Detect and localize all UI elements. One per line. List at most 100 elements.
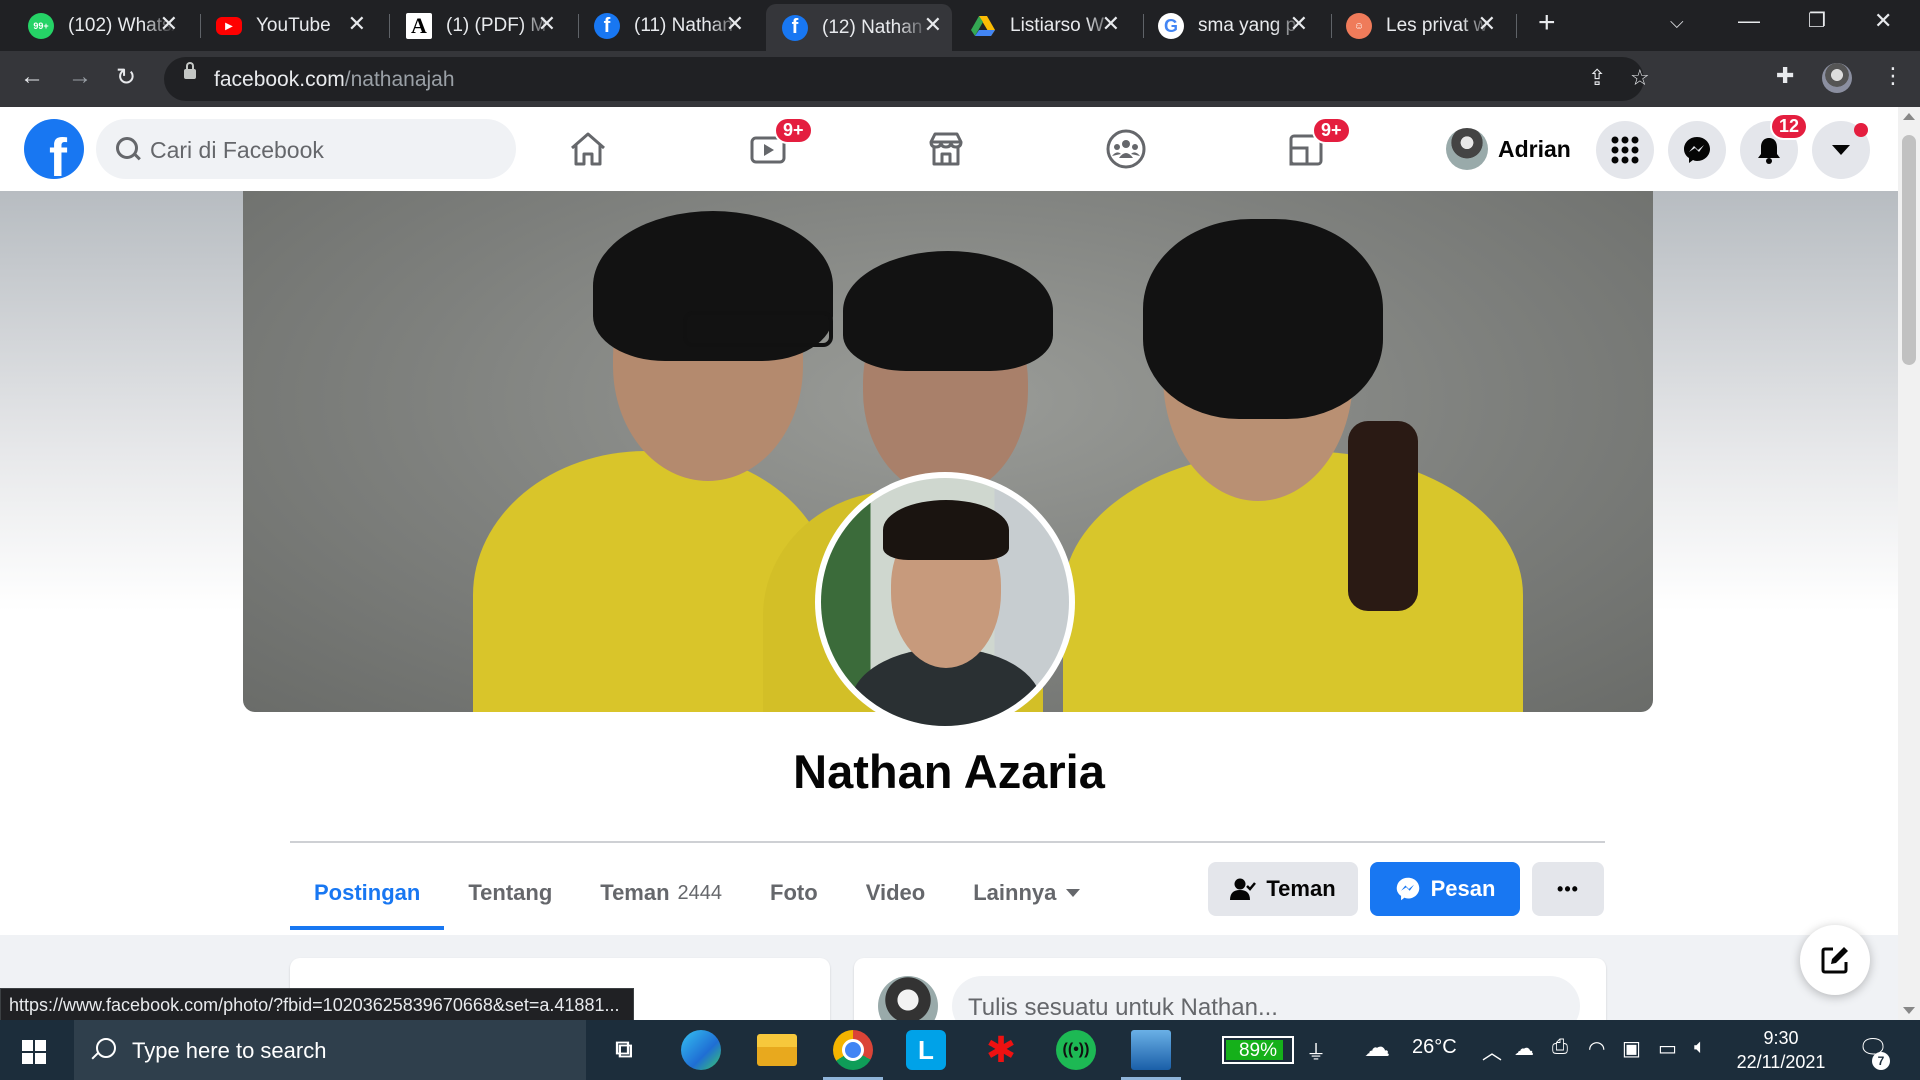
tab-tentang[interactable]: Tentang [444, 860, 576, 926]
close-tab-icon[interactable]: ✕ [538, 11, 556, 37]
wifi-icon[interactable]: ◠ [1588, 1036, 1605, 1061]
cover-figure [683, 311, 833, 347]
scroll-down-arrow-icon[interactable] [1903, 1007, 1915, 1014]
line-app-icon[interactable]: L [906, 1030, 946, 1070]
forward-arrow-icon[interactable]: → [68, 63, 92, 91]
cover-figure [843, 251, 1053, 371]
user-profile-chip[interactable]: Adrian [1446, 125, 1571, 173]
battery-indicator[interactable]: 89% [1222, 1036, 1294, 1064]
share-icon[interactable]: ⇪ [1588, 65, 1606, 91]
tab-teman[interactable]: Teman 2444 [576, 860, 746, 926]
tab-google[interactable]: G sma yang p ✕ [1158, 7, 1318, 45]
chrome-menu-kebab-icon[interactable]: ⋮ [1882, 63, 1904, 89]
caret-down-icon [1066, 889, 1081, 897]
tab-foto[interactable]: Foto [746, 860, 842, 926]
display-icon[interactable]: ▣ [1622, 1036, 1641, 1061]
tab-separator [1516, 14, 1517, 38]
extensions-puzzle-icon[interactable]: ✚ [1776, 63, 1794, 89]
more-dots-icon: ••• [1557, 878, 1579, 899]
battery-tray-icon[interactable]: ▭ [1658, 1036, 1677, 1061]
tab-label: Foto [770, 880, 818, 905]
chrome-profile-avatar[interactable] [1822, 63, 1852, 93]
new-tab-plus-icon[interactable]: + [1538, 6, 1556, 40]
spotify-icon[interactable]: ((•)) [1056, 1030, 1096, 1070]
page-scrollbar[interactable] [1898, 107, 1920, 1020]
restore-icon[interactable]: ❐ [1808, 8, 1826, 33]
profile-tabs: Postingan Tentang Teman 2444 Foto Video L… [290, 860, 1104, 936]
battery-percent: 89% [1238, 1040, 1278, 1061]
tab-whatsapp[interactable]: 99+ (102) WhatsApp ✕ [28, 7, 188, 45]
drive-icon [970, 13, 996, 39]
reload-icon[interactable]: ↻ [116, 63, 136, 92]
photos-icon[interactable] [1131, 1030, 1171, 1070]
search-icon [116, 137, 138, 159]
lock-icon [184, 62, 196, 79]
grid-menu-icon [1611, 136, 1639, 164]
tab-youtube[interactable]: ▶ YouTube ✕ [216, 7, 376, 45]
bookmark-star-icon[interactable]: ☆ [1630, 65, 1650, 91]
taskbar-search[interactable]: Type here to search [74, 1020, 586, 1080]
messenger-button[interactable] [1668, 121, 1726, 179]
menu-button[interactable] [1596, 121, 1654, 179]
address-bar[interactable]: facebook.com/nathanajah ⇪ ☆ [164, 57, 1650, 101]
new-message-button[interactable] [1800, 925, 1870, 995]
more-options-button[interactable]: ••• [1532, 862, 1604, 916]
close-window-icon[interactable]: ✕ [1874, 8, 1892, 34]
tab-les-privat[interactable]: ☺ Les privat w ✕ [1346, 7, 1506, 45]
close-tab-icon[interactable]: ✕ [1290, 11, 1308, 37]
windows-taskbar: Type here to search ⧉ L ✱ ((•)) 89% ⏚ ☁ … [0, 1020, 1920, 1080]
facebook-logo-icon[interactable]: f [24, 119, 84, 179]
close-tab-icon[interactable]: ✕ [1478, 11, 1496, 37]
onedrive-icon[interactable]: ☁ [1514, 1036, 1534, 1061]
red-star-app-icon[interactable]: ✱ [981, 1029, 1021, 1070]
account-dot [1854, 123, 1868, 137]
clock-time: 9:30 [1763, 1028, 1799, 1048]
back-arrow-icon[interactable]: ← [20, 63, 44, 91]
facebook-search[interactable] [96, 119, 516, 181]
tab-label: Video [865, 880, 926, 905]
nav-gaming[interactable]: 9+ [1278, 117, 1351, 175]
chrome-icon[interactable] [833, 1030, 873, 1070]
message-button[interactable]: Pesan [1370, 862, 1520, 916]
tab-lainnya[interactable]: Lainnya [949, 860, 1104, 926]
google-icon: G [1158, 13, 1184, 39]
nav-watch[interactable]: 9+ [740, 117, 813, 175]
marketplace-icon [929, 132, 963, 166]
friends-button[interactable]: Teman [1208, 862, 1358, 916]
scroll-up-arrow-icon[interactable] [1903, 113, 1915, 120]
profile-picture[interactable] [815, 472, 1075, 732]
volume-icon[interactable]: 🔈︎ [1694, 1036, 1706, 1059]
show-hidden-icons-chevron[interactable]: ︿ [1482, 1036, 1502, 1065]
notifications-button[interactable]: 12 [1740, 113, 1809, 179]
nav-home[interactable] [560, 123, 616, 175]
tab-academia[interactable]: A (1) (PDF) M ✕ [406, 7, 566, 45]
windows-start-icon[interactable] [22, 1040, 46, 1064]
file-explorer-icon[interactable] [757, 1034, 797, 1066]
account-button[interactable] [1812, 121, 1870, 179]
tab-drive[interactable]: Listiarso W ✕ [970, 7, 1130, 45]
nav-marketplace[interactable] [918, 123, 974, 175]
minimize-icon[interactable]: — [1738, 8, 1760, 34]
weather-temp[interactable]: 26°C [1412, 1036, 1457, 1059]
tab-postingan[interactable]: Postingan [290, 860, 445, 930]
tab-video[interactable]: Video [842, 860, 950, 926]
task-view-icon[interactable]: ⧉ [604, 1030, 644, 1070]
close-tab-icon[interactable]: ✕ [160, 11, 178, 37]
meet-now-icon[interactable]: ⎙ [1552, 1036, 1568, 1059]
close-tab-icon[interactable]: ✕ [726, 11, 744, 37]
nav-groups[interactable] [1098, 123, 1154, 175]
tab-separator [1143, 14, 1144, 38]
facebook-search-input[interactable] [148, 119, 502, 181]
bell-icon [1758, 138, 1780, 164]
tab-search-chevron-icon[interactable]: ⌵ [1670, 12, 1684, 33]
tab-facebook-11[interactable]: f (11) Nathan ✕ [594, 7, 754, 45]
system-clock[interactable]: 9:30 22/11/2021 [1720, 1026, 1842, 1074]
tab-facebook-12-active[interactable]: f (12) Nathan ✕ [766, 4, 952, 51]
cloud-weather-icon[interactable]: ☁ [1364, 1032, 1390, 1063]
close-tab-icon[interactable]: ✕ [1102, 11, 1120, 37]
edge-icon[interactable] [681, 1030, 721, 1070]
close-tab-icon[interactable]: ✕ [348, 11, 366, 37]
scrollbar-thumb[interactable] [1902, 135, 1916, 365]
profile-figure [883, 500, 1009, 560]
close-tab-icon[interactable]: ✕ [924, 12, 942, 38]
